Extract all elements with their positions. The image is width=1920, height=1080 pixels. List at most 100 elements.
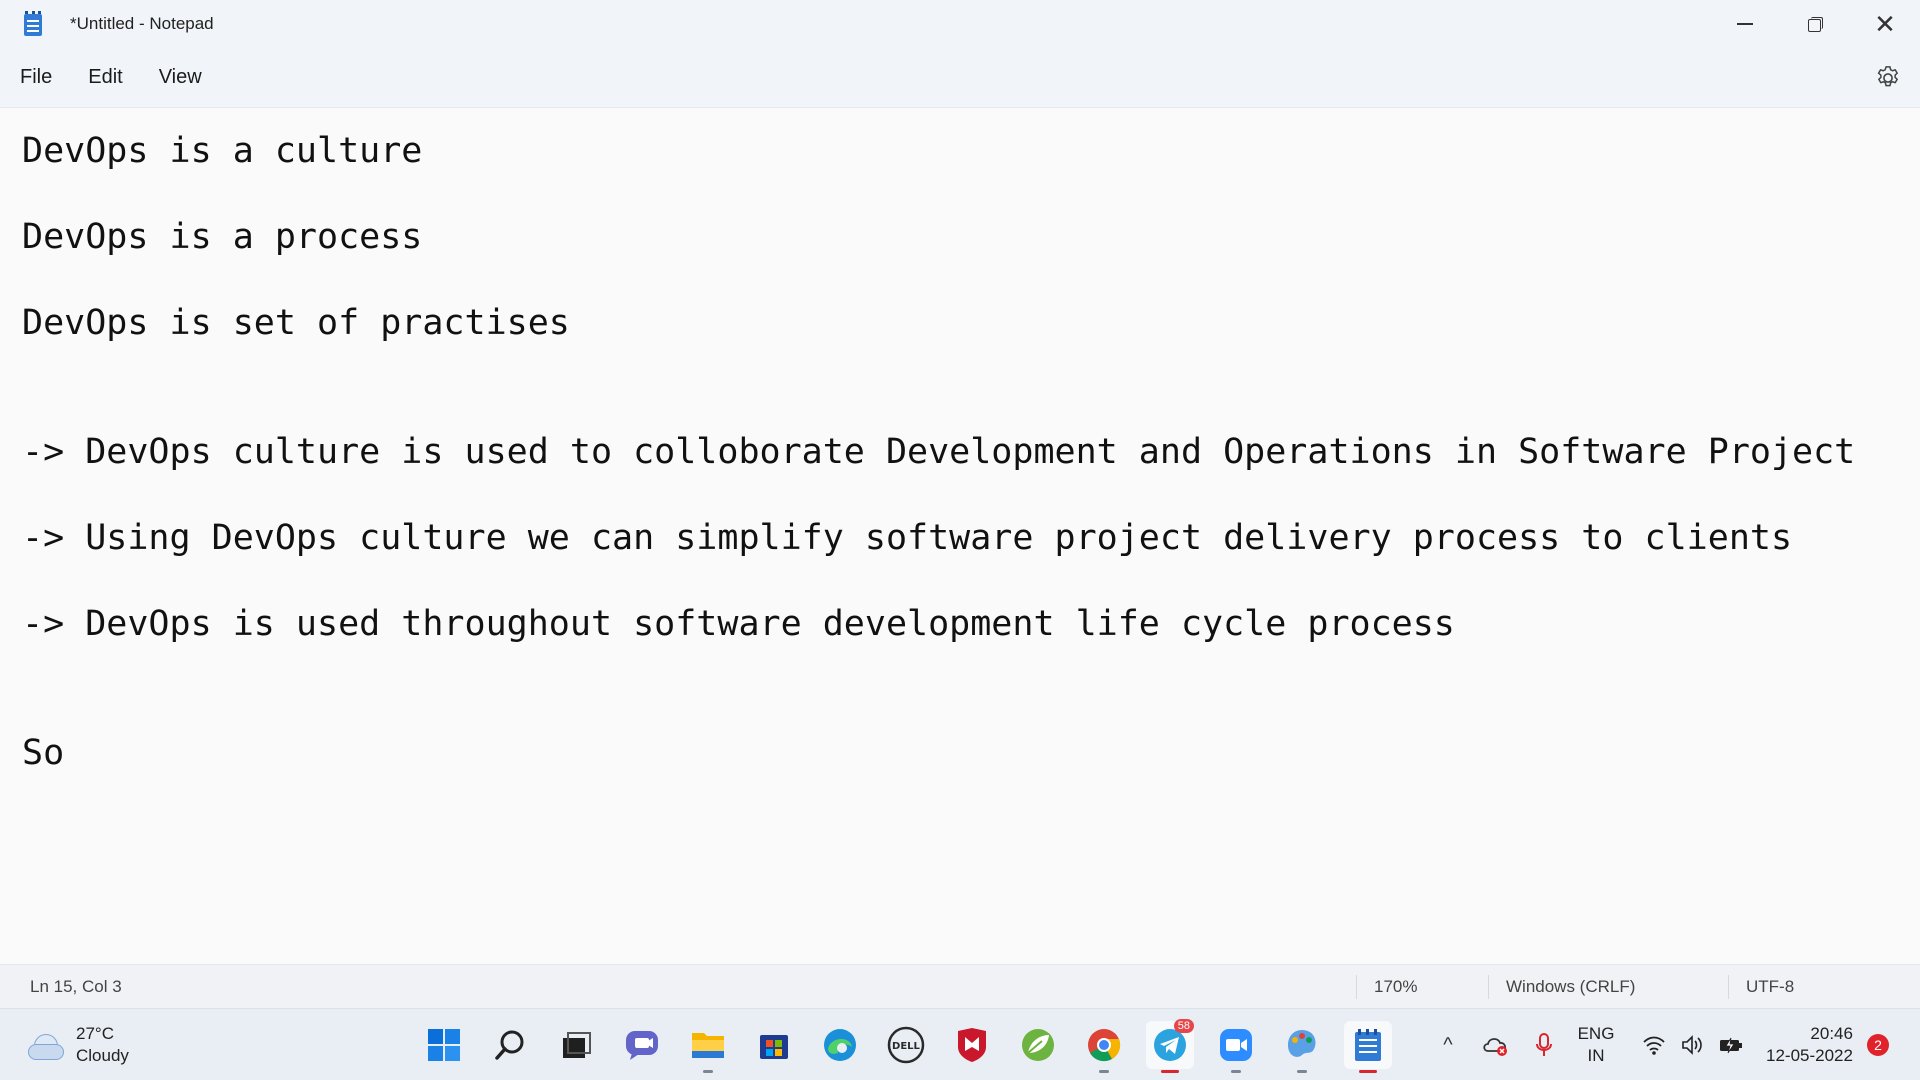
- folder-icon: [692, 1033, 724, 1058]
- weather-condition: Cloudy: [76, 1046, 129, 1065]
- zoom-camera-icon: [1220, 1029, 1252, 1061]
- notepad-icon: [22, 11, 44, 37]
- status-divider: [1728, 975, 1729, 999]
- telegram-badge: 58: [1173, 1019, 1194, 1033]
- restore-button[interactable]: [1780, 0, 1850, 48]
- menu-file[interactable]: File: [2, 60, 70, 95]
- notification-badge[interactable]: 2: [1866, 1034, 1889, 1056]
- svg-text:DELL: DELL: [892, 1041, 921, 1052]
- search-icon: [495, 1030, 524, 1060]
- chrome-icon: [1088, 1029, 1121, 1062]
- task-view-button[interactable]: [552, 1021, 600, 1069]
- cursor-position: Ln 15, Col 3: [30, 977, 122, 996]
- telegram-button[interactable]: 58: [1146, 1019, 1194, 1073]
- minimize-button[interactable]: [1710, 0, 1780, 48]
- running-indicator: [703, 1070, 713, 1073]
- notepad-button[interactable]: [1344, 1021, 1392, 1073]
- status-divider: [1488, 975, 1489, 999]
- title-bar: *Untitled - Notepad ✕: [0, 0, 1920, 48]
- editor-line: -> DevOps culture is used to colloborate…: [22, 432, 1856, 472]
- editor-line: DevOps is a process: [22, 217, 423, 257]
- cloud-error-icon: [1483, 1038, 1507, 1056]
- window-controls: ✕: [1710, 0, 1920, 48]
- weather-temp: 27°C: [76, 1024, 114, 1043]
- wifi-icon: [1643, 1036, 1665, 1055]
- store-icon: [760, 1035, 788, 1059]
- chat-icon: [626, 1031, 658, 1060]
- editor-line: So: [22, 733, 65, 773]
- status-divider: [1356, 975, 1357, 999]
- encoding: UTF-8: [1746, 977, 1795, 996]
- mcafee-button[interactable]: [948, 1021, 996, 1069]
- running-indicator: [1161, 1070, 1179, 1073]
- close-button[interactable]: ✕: [1850, 0, 1920, 48]
- search-button[interactable]: [486, 1021, 534, 1069]
- chrome-button[interactable]: [1080, 1021, 1128, 1073]
- restore-icon: [1807, 16, 1823, 32]
- line-ending: Windows (CRLF): [1506, 977, 1636, 996]
- language-indicator[interactable]: ENG IN: [1568, 1023, 1624, 1067]
- quick-settings[interactable]: [1642, 1034, 1744, 1056]
- store-button[interactable]: [750, 1021, 798, 1069]
- window-title: *Untitled - Notepad: [70, 14, 214, 33]
- status-bar: Ln 15, Col 3 170% Windows (CRLF) UTF-8: [0, 964, 1920, 1008]
- editor-line: DevOps is a culture: [22, 131, 423, 171]
- running-indicator: [1099, 1070, 1109, 1073]
- leaf-icon: [1022, 1029, 1054, 1061]
- zoom-level: 170%: [1374, 977, 1418, 996]
- file-explorer-button[interactable]: [684, 1021, 732, 1073]
- volume-icon: [1682, 1035, 1702, 1055]
- edge-icon: [824, 1029, 856, 1061]
- microphone-button[interactable]: [1520, 1032, 1568, 1058]
- menu-edit[interactable]: Edit: [70, 60, 140, 95]
- onedrive-button[interactable]: [1472, 1033, 1520, 1057]
- text-editor[interactable]: DevOps is a culture DevOps is a process …: [0, 108, 1920, 964]
- spring-tool-button[interactable]: [1014, 1021, 1062, 1069]
- mcafee-icon: [958, 1028, 986, 1062]
- notepad-icon: [1355, 1029, 1381, 1061]
- paint-button[interactable]: [1278, 1021, 1326, 1073]
- menu-view[interactable]: View: [141, 60, 220, 95]
- editor-line: -> DevOps is used throughout software de…: [22, 604, 1455, 644]
- language-code: ENG: [1577, 1024, 1615, 1043]
- dell-button[interactable]: DELL: [882, 1021, 930, 1069]
- close-icon: ✕: [1874, 9, 1896, 39]
- running-indicator: [1297, 1070, 1307, 1073]
- menu-bar: File Edit View: [0, 48, 1920, 108]
- region-code: IN: [1587, 1046, 1605, 1065]
- windows-start-icon: [428, 1029, 460, 1061]
- clock-date: 12-05-2022: [1766, 1046, 1853, 1065]
- dell-icon: DELL: [887, 1026, 925, 1064]
- chevron-up-icon: ^: [1443, 1033, 1453, 1056]
- battery-charging-icon: [1720, 1037, 1742, 1054]
- microphone-icon: [1536, 1033, 1552, 1056]
- chat-button[interactable]: [618, 1021, 666, 1069]
- system-tray: ^ ENG IN 20:46 12-05-2022 2: [1424, 1023, 1889, 1067]
- taskbar-apps: DELL 58: [420, 1019, 1392, 1073]
- taskbar: 27°C Cloudy DELL 58 ^ ENG IN 20:46 12-05…: [0, 1008, 1920, 1080]
- paint-icon: [1288, 1030, 1316, 1057]
- running-indicator: [1231, 1070, 1241, 1073]
- clock[interactable]: 20:46 12-05-2022: [1766, 1023, 1853, 1067]
- settings-button[interactable]: [1874, 64, 1902, 92]
- clock-time: 20:46: [1810, 1024, 1853, 1043]
- task-view-icon: [563, 1032, 591, 1058]
- minimize-icon: [1737, 23, 1753, 25]
- gear-icon: [1877, 66, 1898, 87]
- show-hidden-icons-button[interactable]: ^: [1424, 1034, 1472, 1057]
- edge-button[interactable]: [816, 1021, 864, 1069]
- start-button[interactable]: [420, 1021, 468, 1069]
- zoom-button[interactable]: [1212, 1021, 1260, 1073]
- editor-line: DevOps is set of practises: [22, 303, 570, 343]
- cloudy-icon: [28, 1032, 64, 1060]
- running-indicator: [1359, 1070, 1377, 1073]
- weather-widget[interactable]: 27°C Cloudy: [28, 1023, 129, 1067]
